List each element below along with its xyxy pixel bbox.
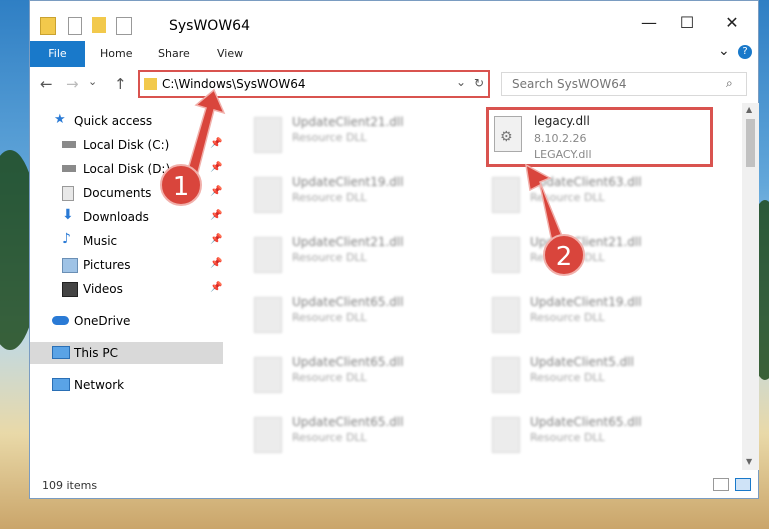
navigation-bar: ← → ⌄ ↑ C:\Windows\SysWOW64 ⌄ ↻ ⌕ bbox=[30, 67, 758, 103]
tab-home[interactable]: Home bbox=[100, 47, 132, 60]
gear-icon: ⚙ bbox=[500, 129, 513, 145]
customize-quick-access-icon[interactable] bbox=[116, 17, 132, 35]
sidebar-item-this-pc[interactable]: This PC bbox=[30, 342, 223, 364]
list-item[interactable]: UpdateClient65.dll Resource DLL bbox=[244, 409, 474, 461]
documents-icon bbox=[62, 186, 74, 201]
navigation-pane: ★ Quick access Local Disk (C:) 📌 Local D… bbox=[30, 103, 225, 470]
dll-file-icon bbox=[492, 177, 520, 213]
scrollbar-thumb[interactable] bbox=[746, 119, 755, 167]
scroll-down-icon[interactable]: ▼ bbox=[746, 457, 752, 466]
list-item[interactable]: UpdateClient19.dll Resource DLL bbox=[244, 169, 474, 221]
status-bar: 109 items bbox=[30, 470, 758, 498]
list-item[interactable]: UpdateClient21.dll Resource DLL bbox=[244, 109, 474, 161]
search-box[interactable]: ⌕ bbox=[501, 72, 747, 96]
new-folder-icon[interactable] bbox=[92, 17, 106, 33]
forward-button[interactable]: → bbox=[66, 75, 79, 93]
dll-file-icon bbox=[254, 417, 282, 453]
address-bar[interactable]: C:\Windows\SysWOW64 ⌄ ↻ bbox=[138, 70, 490, 98]
item-count: 109 items bbox=[42, 479, 98, 492]
refresh-icon[interactable]: ↻ bbox=[474, 76, 484, 90]
window-title: SysWOW64 bbox=[169, 18, 250, 34]
address-dropdown-icon[interactable]: ⌄ bbox=[456, 75, 466, 89]
address-path: C:\Windows\SysWOW64 bbox=[162, 77, 306, 91]
pin-icon[interactable]: 📌 bbox=[210, 138, 222, 149]
list-item-legacy-dll[interactable]: ⚙ legacy.dll 8.10.2.26 LEGACY.dll bbox=[486, 107, 713, 167]
dll-file-icon bbox=[492, 417, 520, 453]
file-list: UpdateClient21.dll Resource DLL UpdateCl… bbox=[230, 103, 742, 470]
sidebar-item-pictures[interactable]: Pictures 📌 bbox=[30, 254, 223, 276]
title-bar: SysWOW64 — ☐ ✕ bbox=[30, 1, 758, 41]
list-item[interactable]: UpdateClient21.dll Resource DLL bbox=[244, 229, 474, 281]
recent-locations-button[interactable]: ⌄ bbox=[88, 75, 97, 88]
dll-file-icon bbox=[254, 177, 282, 213]
vertical-scrollbar[interactable]: ▲ ▼ bbox=[742, 103, 759, 470]
videos-icon bbox=[62, 282, 78, 297]
minimize-button[interactable]: — bbox=[639, 13, 659, 33]
dll-file-icon: ⚙ bbox=[494, 116, 522, 152]
file-tab[interactable]: File bbox=[30, 41, 85, 67]
sidebar-item-local-disk-c[interactable]: Local Disk (C:) 📌 bbox=[30, 134, 223, 156]
cloud-icon bbox=[52, 316, 69, 325]
close-button[interactable]: ✕ bbox=[722, 13, 742, 33]
drive-icon bbox=[62, 141, 76, 148]
scroll-up-icon[interactable]: ▲ bbox=[746, 105, 752, 114]
pictures-icon bbox=[62, 258, 78, 273]
explorer-window: SysWOW64 — ☐ ✕ File Home Share View ⌄ ? … bbox=[29, 0, 759, 499]
sidebar-item-network[interactable]: Network bbox=[30, 374, 223, 396]
list-item[interactable]: UpdateClient65.dll Resource DLL bbox=[244, 289, 474, 341]
star-icon: ★ bbox=[54, 112, 66, 127]
dll-file-icon bbox=[492, 357, 520, 393]
step-2-badge: 2 bbox=[543, 234, 585, 276]
tab-view[interactable]: View bbox=[217, 47, 243, 60]
folder-icon bbox=[40, 17, 56, 35]
properties-icon[interactable] bbox=[68, 17, 82, 35]
details-view-icon[interactable] bbox=[713, 478, 729, 491]
tab-share[interactable]: Share bbox=[158, 47, 190, 60]
dll-file-icon bbox=[254, 237, 282, 273]
ribbon-expand-icon[interactable]: ⌄ bbox=[718, 43, 730, 59]
ribbon: File Home Share View ⌄ ? bbox=[30, 41, 758, 68]
download-icon: ⬇ bbox=[62, 207, 74, 223]
pin-icon[interactable]: 📌 bbox=[210, 210, 222, 221]
search-icon[interactable]: ⌕ bbox=[726, 76, 733, 91]
pin-icon[interactable]: 📌 bbox=[210, 234, 222, 245]
list-item[interactable]: UpdateClient5.dll Resource DLL bbox=[482, 349, 712, 401]
dll-file-icon bbox=[254, 357, 282, 393]
sidebar-item-quick-access[interactable]: ★ Quick access bbox=[30, 110, 223, 132]
tiles-view-icon[interactable] bbox=[735, 478, 751, 491]
sidebar-item-music[interactable]: ♪ Music 📌 bbox=[30, 230, 223, 252]
step-1-badge: 1 bbox=[160, 164, 202, 206]
maximize-button[interactable]: ☐ bbox=[677, 13, 697, 33]
up-button[interactable]: ↑ bbox=[114, 75, 127, 93]
pin-icon[interactable]: 📌 bbox=[210, 282, 222, 293]
back-button[interactable]: ← bbox=[40, 75, 53, 93]
sidebar-item-videos[interactable]: Videos 📌 bbox=[30, 278, 223, 300]
list-item[interactable]: UpdateClient19.dll Resource DLL bbox=[482, 289, 712, 341]
list-item[interactable]: UpdateClient63.dll Resource DLL bbox=[482, 169, 712, 221]
help-icon[interactable]: ? bbox=[738, 45, 752, 59]
dll-file-icon bbox=[254, 117, 282, 153]
music-icon: ♪ bbox=[62, 231, 71, 247]
list-item[interactable]: UpdateClient21.dll Resource DLL bbox=[482, 229, 712, 281]
dll-file-icon bbox=[492, 297, 520, 333]
folder-icon bbox=[144, 78, 157, 90]
pc-icon bbox=[52, 346, 70, 359]
dll-file-icon bbox=[254, 297, 282, 333]
list-item[interactable]: UpdateClient65.dll Resource DLL bbox=[244, 349, 474, 401]
pin-icon[interactable]: 📌 bbox=[210, 258, 222, 269]
pin-icon[interactable]: 📌 bbox=[210, 186, 222, 197]
drive-icon bbox=[62, 165, 76, 172]
sidebar-item-onedrive[interactable]: OneDrive bbox=[30, 310, 223, 332]
dll-file-icon bbox=[492, 237, 520, 273]
sidebar-item-downloads[interactable]: ⬇ Downloads 📌 bbox=[30, 206, 223, 228]
list-item[interactable]: UpdateClient65.dll Resource DLL bbox=[482, 409, 712, 461]
search-input[interactable] bbox=[510, 76, 724, 92]
pin-icon[interactable]: 📌 bbox=[210, 162, 222, 173]
network-icon bbox=[52, 378, 70, 391]
